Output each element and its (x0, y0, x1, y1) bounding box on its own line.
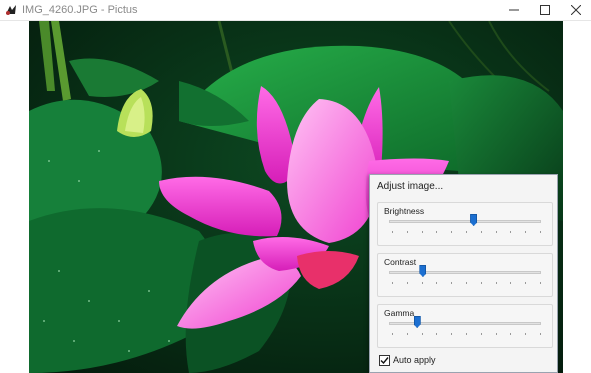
auto-apply-checkbox[interactable] (379, 354, 390, 366)
gamma-slider-track[interactable] (389, 322, 541, 325)
brightness-slider-thumb[interactable] (470, 214, 478, 226)
close-icon (571, 5, 581, 15)
slider-tick (540, 282, 541, 284)
window-title: IMG_4260.JPG - Pictus (22, 4, 138, 16)
slider-tick (436, 333, 438, 335)
slider-tick (540, 333, 541, 335)
slider-tick (510, 231, 512, 233)
slider-tick (510, 282, 512, 284)
slider-tick (480, 282, 482, 284)
slider-tick (480, 231, 482, 233)
maximize-button[interactable] (528, 0, 562, 20)
close-button[interactable] (559, 0, 591, 20)
title-bar: IMG_4260.JPG - Pictus (0, 0, 591, 21)
slider-tick (480, 333, 482, 335)
gamma-label: Gamma (384, 308, 415, 318)
brightness-slider-track[interactable] (389, 220, 541, 223)
adjust-image-panel: Adjust image... Brightness Contrast Gamm… (369, 174, 558, 373)
checkmark-icon (380, 356, 389, 364)
slider-tick (466, 282, 467, 284)
slider-tick (495, 231, 497, 233)
slider-tick (406, 333, 408, 335)
slider-tick (525, 282, 527, 284)
gamma-ticks (392, 333, 541, 335)
slider-tick (451, 282, 453, 284)
gamma-slider-thumb[interactable] (413, 316, 421, 328)
slider-tick (392, 282, 393, 284)
slider-tick (540, 231, 541, 233)
minimize-icon (509, 5, 519, 15)
contrast-slider-thumb[interactable] (419, 265, 427, 277)
slider-tick (451, 333, 453, 335)
brightness-label: Brightness (384, 206, 425, 216)
slider-tick (451, 231, 453, 233)
slider-tick (421, 333, 423, 335)
slider-tick (466, 231, 467, 233)
slider-tick (421, 231, 423, 233)
gamma-group: Gamma (377, 304, 553, 348)
auto-apply-control[interactable]: Auto apply (379, 353, 436, 367)
slider-tick (525, 231, 527, 233)
slider-tick (436, 231, 438, 233)
pictus-logo-icon (4, 3, 18, 17)
contrast-ticks (392, 282, 541, 284)
panel-title: Adjust image... (377, 181, 444, 192)
slider-tick (392, 333, 393, 335)
slider-tick (406, 231, 408, 233)
auto-apply-label: Auto apply (393, 355, 436, 365)
slider-tick (525, 333, 527, 335)
minimize-button[interactable] (497, 0, 531, 20)
slider-tick (406, 282, 408, 284)
contrast-slider-track[interactable] (389, 271, 541, 274)
slider-tick (436, 282, 438, 284)
slider-tick (510, 333, 512, 335)
slider-tick (495, 282, 497, 284)
slider-tick (466, 333, 467, 335)
slider-tick (421, 282, 423, 284)
brightness-group: Brightness (377, 202, 553, 246)
maximize-icon (540, 5, 550, 15)
brightness-ticks (392, 231, 541, 233)
slider-tick (392, 231, 393, 233)
slider-tick (495, 333, 497, 335)
contrast-group: Contrast (377, 253, 553, 297)
contrast-label: Contrast (384, 257, 417, 267)
